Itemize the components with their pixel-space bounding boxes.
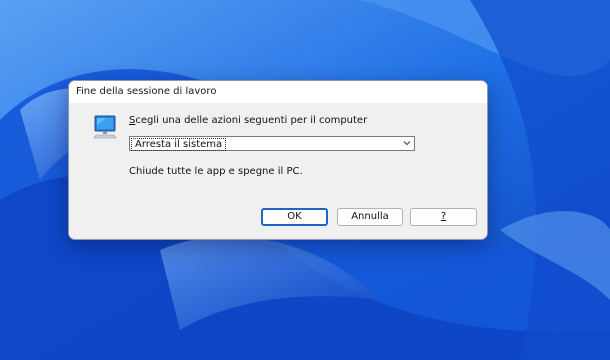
ok-button[interactable]: OK (261, 208, 328, 226)
instruction-label: Scegli una delle azioni seguenti per il … (129, 115, 367, 126)
cancel-button[interactable]: Annulla (337, 208, 403, 226)
selected-action: Arresta il sistema (131, 138, 227, 151)
help-button[interactable]: ? (410, 208, 477, 226)
help-button-label: ? (440, 211, 447, 222)
chevron-down-icon (403, 141, 411, 146)
dialog-title: Fine della sessione di lavoro (76, 86, 217, 97)
action-description: Chiude tutte le app e spegne il PC. (129, 166, 303, 177)
dialog-title-bar[interactable]: Fine della sessione di lavoro (69, 81, 487, 103)
instruction-text: cegli una delle azioni seguenti per il c… (135, 115, 368, 126)
shutdown-dialog: Fine della sessione di lavoro Scegli una… (68, 80, 488, 240)
shutdown-action-select[interactable]: Arresta il sistema (129, 136, 415, 151)
computer-monitor-icon (93, 115, 117, 139)
